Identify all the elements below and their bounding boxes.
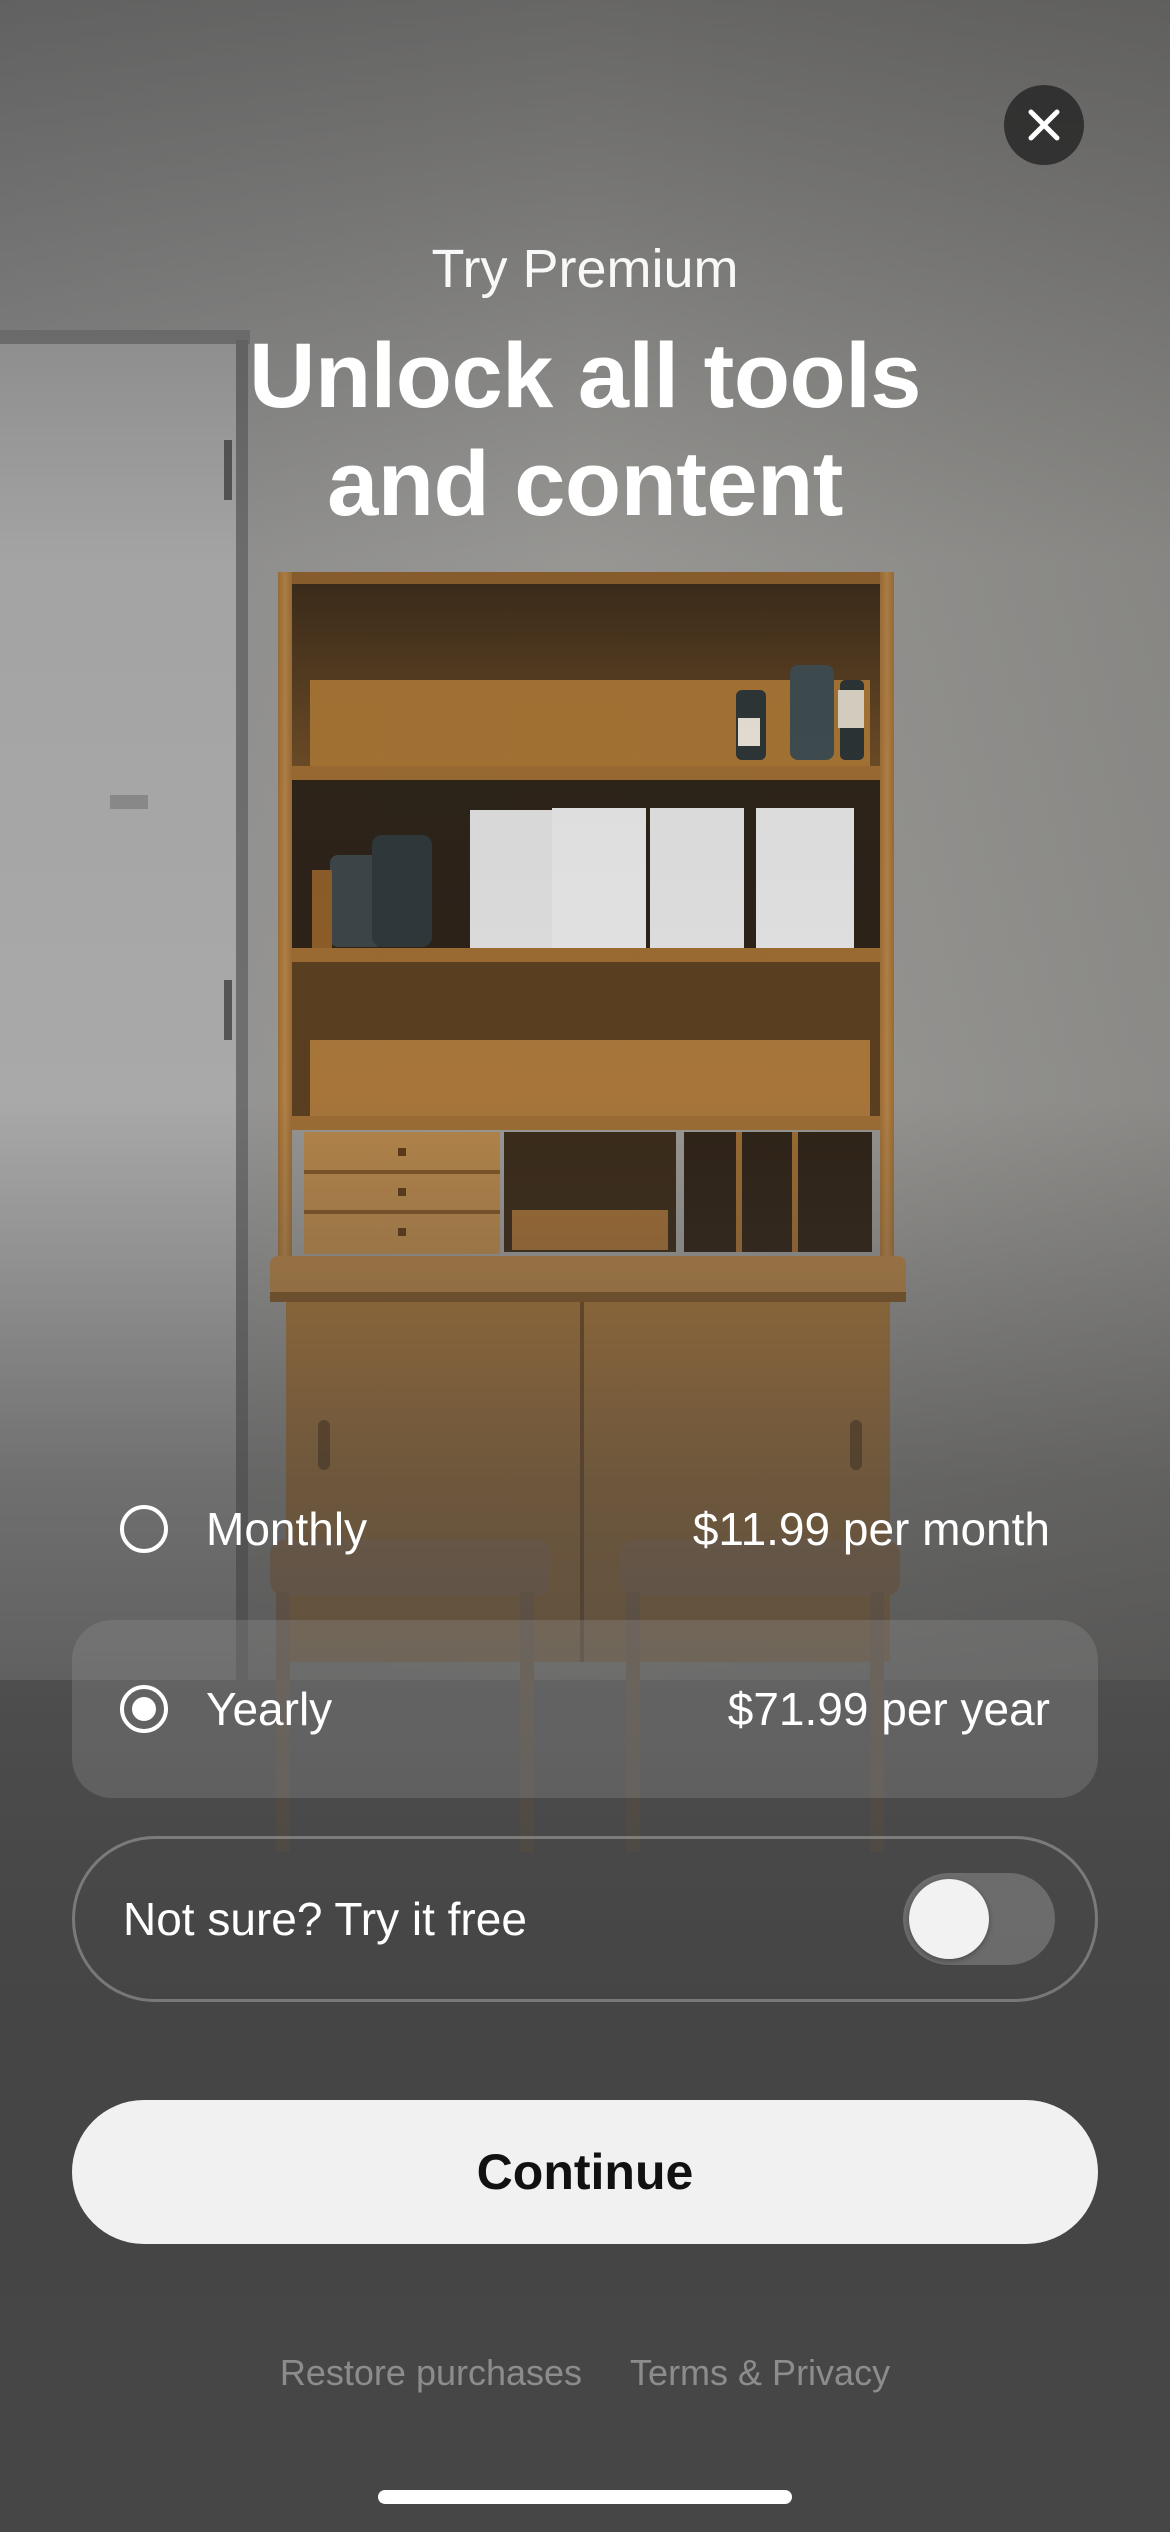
plan-name: Yearly [206,1683,333,1735]
plan-price: $11.99 per month [692,1503,1050,1555]
free-trial-label: Not sure? Try it free [123,1893,527,1945]
restore-purchases-link[interactable]: Restore purchases [280,2352,582,2394]
radio-selected-icon[interactable] [120,1685,168,1733]
paywall-screen: Try Premium Unlock all tools and content… [0,0,1170,2532]
toggle-knob [909,1879,989,1959]
radio-unselected-icon[interactable] [120,1505,168,1553]
close-button[interactable] [1004,85,1084,165]
headline: Unlock all tools and content [0,322,1170,538]
plan-name: Monthly [206,1503,368,1555]
headline-line-1: Unlock all tools [249,325,921,427]
free-trial-row: Not sure? Try it free [72,1836,1098,2002]
home-indicator [378,2490,792,2504]
eyebrow-title: Try Premium [431,239,739,299]
plan-option-yearly[interactable]: Yearly $71.99 per year [72,1620,1098,1798]
close-icon [1028,109,1060,141]
plan-price: $71.99 per year [727,1683,1050,1735]
radio-dot [132,1697,156,1721]
headline-line-2: and content [327,433,843,535]
terms-privacy-link[interactable]: Terms & Privacy [630,2352,890,2394]
free-trial-toggle[interactable] [903,1873,1055,1965]
plan-option-monthly[interactable]: Monthly $11.99 per month [72,1440,1098,1618]
continue-button[interactable]: Continue [72,2100,1098,2244]
footer-links: Restore purchases Terms & Privacy [0,2352,1170,2394]
